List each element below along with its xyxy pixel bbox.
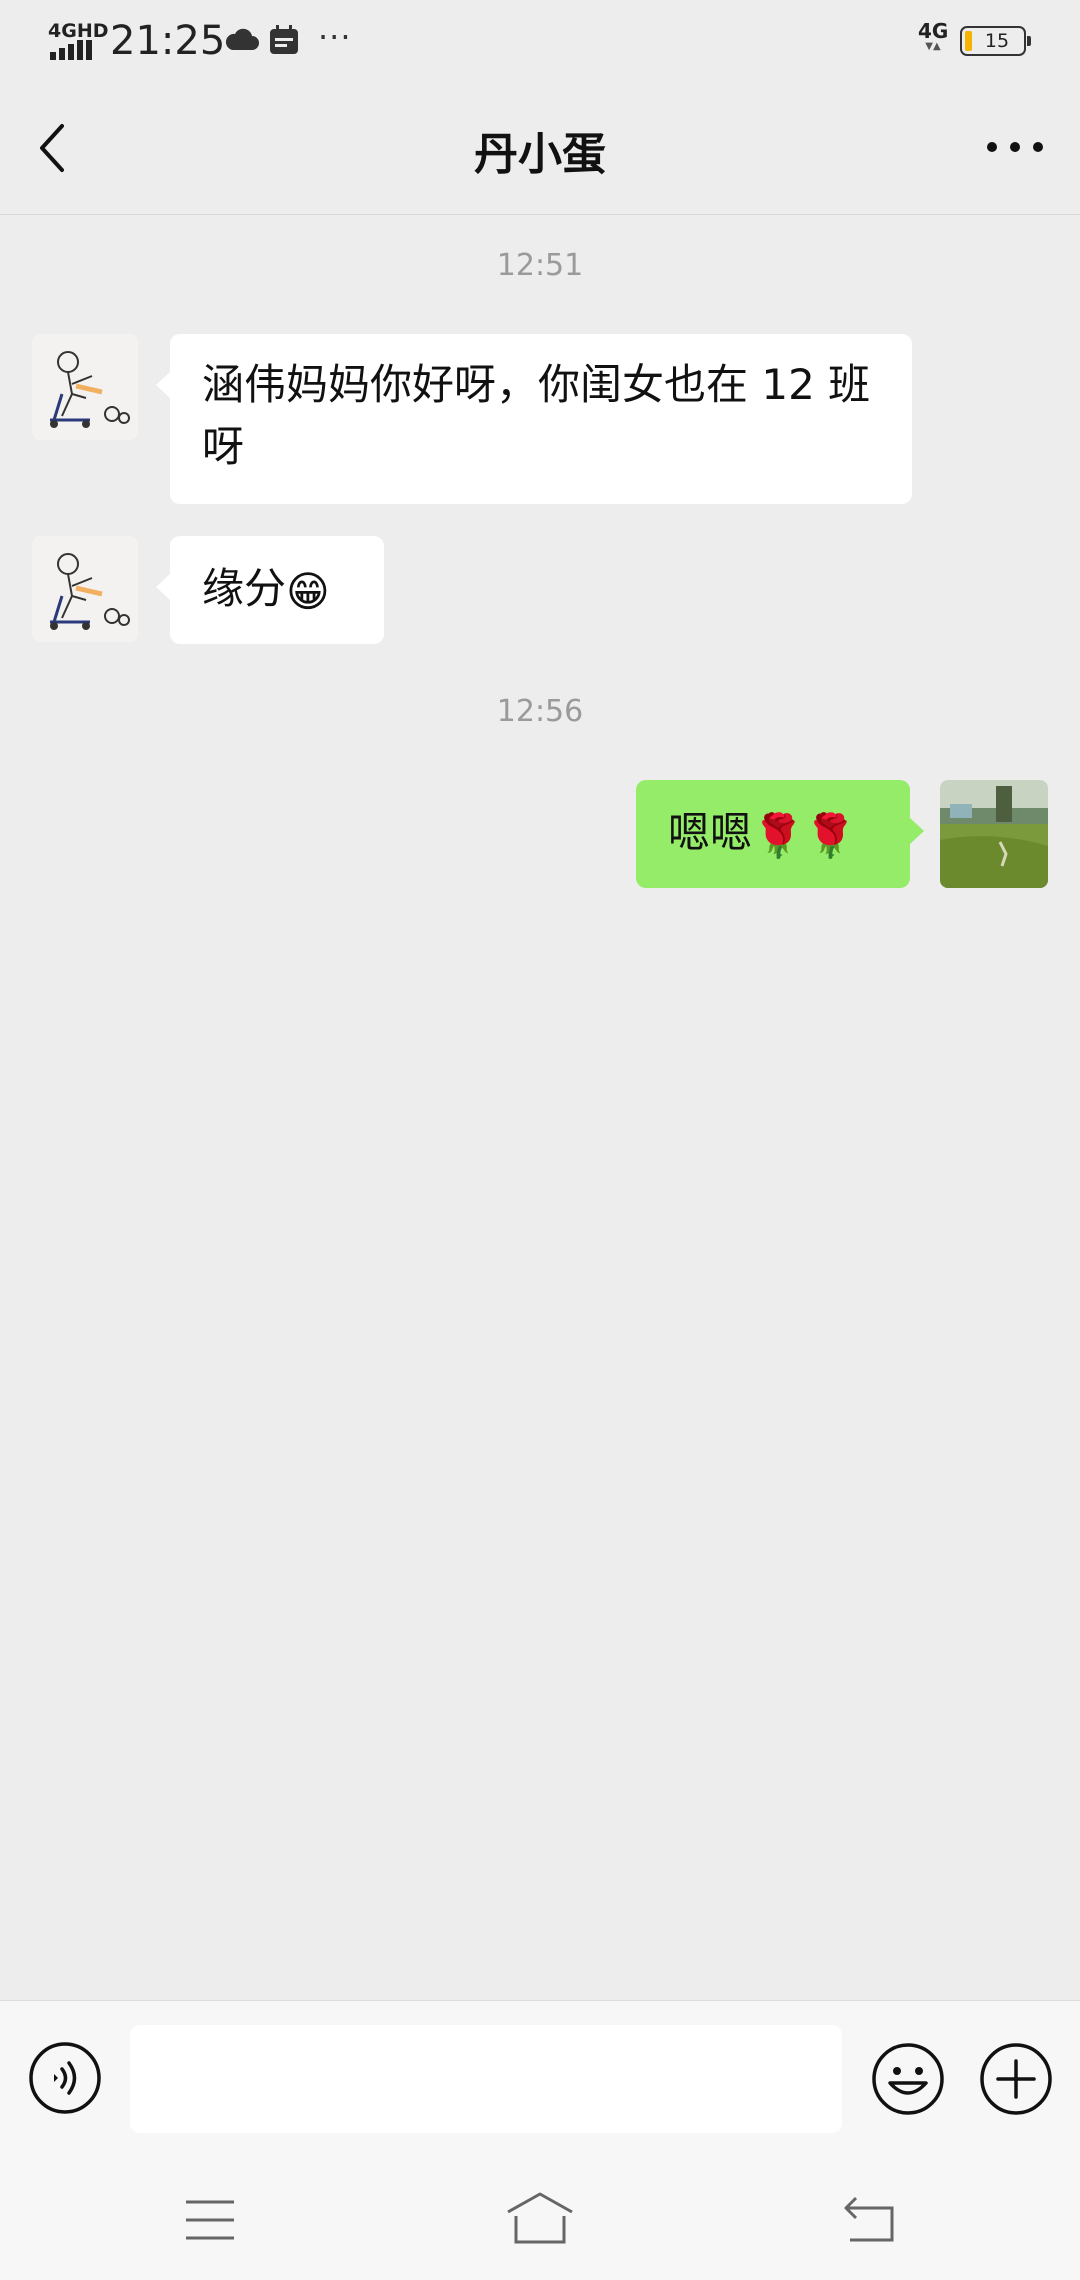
avatar-sketch-image xyxy=(32,536,138,642)
my-avatar[interactable] xyxy=(940,780,1048,888)
status-bar: 4GHD 21:25 ··· 4G ▼▲ 15 xyxy=(0,0,1080,82)
message-bubble-incoming[interactable]: 缘分😁 xyxy=(156,536,384,644)
message-text: 嗯嗯 xyxy=(668,808,753,857)
rose-emoji-icon: 🌹🌹 xyxy=(752,810,857,860)
message-timestamp: 12:51 xyxy=(496,248,584,283)
status-time: 21:25 xyxy=(110,18,226,64)
calendar-icon xyxy=(270,25,298,54)
message-text: 涵伟妈妈你好呀，你闺女也在 12 班呀 xyxy=(202,360,871,471)
recent-apps-button[interactable] xyxy=(180,2194,240,2246)
emoji-button[interactable] xyxy=(870,2041,946,2117)
signal-icon: 4GHD xyxy=(46,20,109,60)
message-text: 缘分 xyxy=(202,564,287,613)
emoji-icon xyxy=(872,2043,944,2115)
cellular-label: 4G xyxy=(918,19,949,43)
avatar-sketch-image xyxy=(32,334,138,440)
battery-icon: 15 xyxy=(960,26,1031,56)
cloud-icon xyxy=(225,28,259,50)
more-functions-button[interactable] xyxy=(978,2041,1054,2117)
chat-title: 丹小蛋 xyxy=(474,129,606,180)
message-bubble-incoming[interactable]: 涵伟妈妈你好呀，你闺女也在 12 班呀 xyxy=(156,334,912,504)
landscape-avatar-image xyxy=(940,780,1048,888)
message-timestamp: 12:56 xyxy=(496,694,584,729)
network-type-label: 4GHD xyxy=(48,20,109,42)
menu-icon xyxy=(186,2200,234,2240)
battery-level: 15 xyxy=(984,30,1010,52)
home-icon xyxy=(507,2192,573,2244)
system-back-button[interactable] xyxy=(842,2192,898,2246)
system-nav-bar xyxy=(0,2160,1080,2280)
voice-icon xyxy=(29,2042,101,2114)
chat-header: 丹小蛋 xyxy=(0,82,1080,215)
more-dots-icon xyxy=(987,142,1043,152)
more-notifications-icon: ··· xyxy=(318,18,352,56)
voice-input-button[interactable] xyxy=(28,2041,102,2115)
plus-icon xyxy=(980,2043,1052,2115)
cellular-data-icon: 4G ▼▲ xyxy=(918,19,949,52)
contact-avatar[interactable] xyxy=(32,334,138,440)
chat-input-bar xyxy=(0,2000,1080,2161)
more-options-button[interactable] xyxy=(980,122,1050,172)
home-button[interactable] xyxy=(504,2190,576,2246)
message-bubble-outgoing[interactable]: 嗯嗯🌹🌹 xyxy=(636,780,924,888)
grinning-emoji-icon: 😁 xyxy=(286,566,330,616)
contact-avatar[interactable] xyxy=(32,536,138,642)
message-input[interactable] xyxy=(130,2025,842,2133)
back-icon xyxy=(844,2196,894,2242)
